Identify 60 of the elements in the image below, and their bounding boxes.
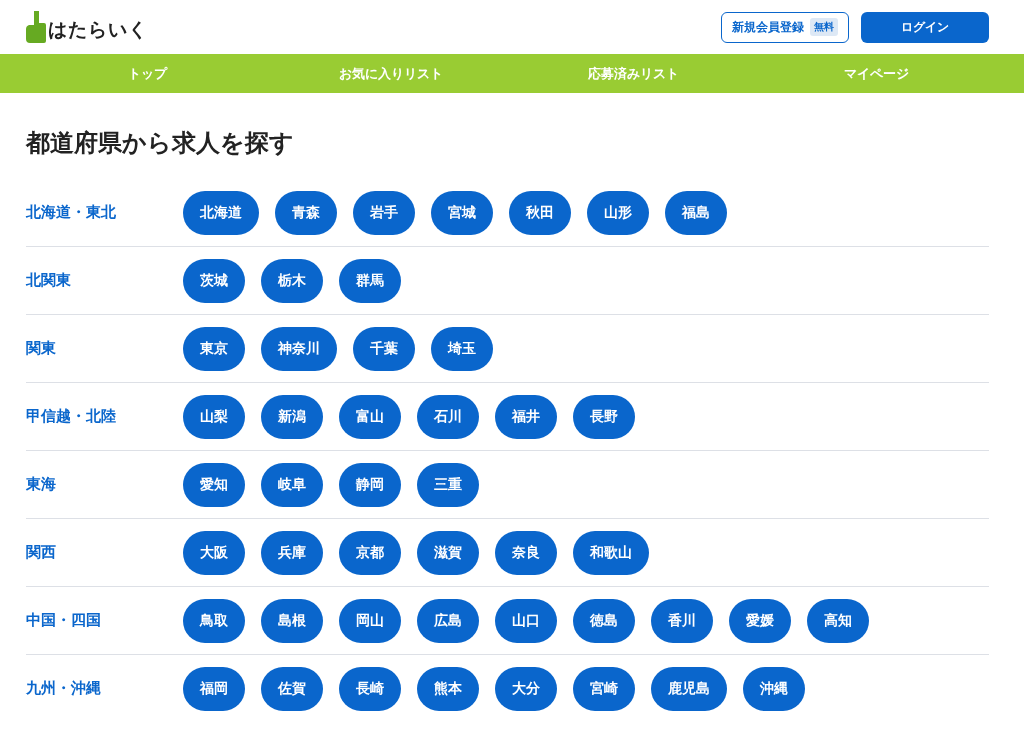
prefecture-button[interactable]: 群馬	[339, 258, 401, 303]
prefecture-button[interactable]: 沖縄	[743, 666, 805, 711]
prefecture-button[interactable]: 兵庫	[261, 530, 323, 575]
prefecture-button[interactable]: 島根	[261, 598, 323, 643]
prefecture-button[interactable]: 青森	[275, 190, 337, 235]
region-label: 中国・四国	[26, 611, 102, 630]
prefecture-button[interactable]: 愛知	[183, 462, 245, 507]
prefecture-button[interactable]: 埼玉	[431, 326, 493, 371]
prefecture-button[interactable]: 宮崎	[573, 666, 635, 711]
prefecture-button[interactable]: 神奈川	[261, 326, 337, 371]
region-label: 東海	[26, 475, 57, 494]
prefecture-button[interactable]: 岡山	[339, 598, 401, 643]
region-label: 北関東	[26, 271, 72, 290]
region-label: 九州・沖縄	[26, 679, 102, 698]
login-button[interactable]: ログイン	[861, 11, 989, 43]
prefecture-button[interactable]: 宮城	[431, 190, 493, 235]
prefecture-button[interactable]: 福島	[665, 190, 727, 235]
region-label: 北海道・東北	[26, 203, 117, 222]
prefecture-button[interactable]: 岐阜	[261, 462, 323, 507]
prefecture-button[interactable]: 静岡	[339, 462, 401, 507]
prefecture-button[interactable]: 奈良	[495, 530, 557, 575]
prefecture-button[interactable]: 千葉	[353, 326, 415, 371]
prefecture-button[interactable]: 山口	[495, 598, 557, 643]
prefecture-button[interactable]: 香川	[651, 598, 713, 643]
prefecture-button[interactable]: 京都	[339, 530, 401, 575]
register-button[interactable]: 新規会員登録 無料	[721, 11, 849, 43]
prefecture-button[interactable]: 新潟	[261, 394, 323, 439]
prefecture-button[interactable]: 茨城	[183, 258, 245, 303]
prefecture-button[interactable]: 福岡	[183, 666, 245, 711]
logo-text[interactable]: はたらいく	[48, 17, 148, 43]
prefecture-button[interactable]: 北海道	[183, 190, 259, 235]
prefecture-button[interactable]: 広島	[417, 598, 479, 643]
prefecture-button[interactable]: 佐賀	[261, 666, 323, 711]
prefecture-button[interactable]: 徳島	[573, 598, 635, 643]
prefecture-button[interactable]: 和歌山	[573, 530, 649, 575]
prefecture-button[interactable]: 三重	[417, 462, 479, 507]
prefecture-button[interactable]: 富山	[339, 394, 401, 439]
prefecture-button[interactable]: 東京	[183, 326, 245, 371]
prefecture-button[interactable]: 鳥取	[183, 598, 245, 643]
prefecture-button[interactable]: 石川	[417, 394, 479, 439]
prefecture-button[interactable]: 岩手	[353, 190, 415, 235]
prefecture-button[interactable]: 栃木	[261, 258, 323, 303]
prefecture-button[interactable]: 高知	[807, 598, 869, 643]
page-title: 都道府県から求人を探す	[26, 128, 295, 159]
prefecture-button[interactable]: 愛媛	[729, 598, 791, 643]
region-label: 関西	[26, 543, 57, 562]
free-badge: 無料	[810, 18, 838, 36]
prefecture-button[interactable]: 山形	[587, 190, 649, 235]
region-label: 甲信越・北陸	[26, 407, 117, 426]
prefecture-button[interactable]: 大阪	[183, 530, 245, 575]
prefecture-button[interactable]: 滋賀	[417, 530, 479, 575]
prefecture-button[interactable]: 長崎	[339, 666, 401, 711]
prefecture-button[interactable]: 福井	[495, 394, 557, 439]
prefecture-button[interactable]: 秋田	[509, 190, 571, 235]
prefecture-button[interactable]: 山梨	[183, 394, 245, 439]
region-label: 関東	[26, 339, 57, 358]
prefecture-button[interactable]: 熊本	[417, 666, 479, 711]
prefecture-button[interactable]: 大分	[495, 666, 557, 711]
prefecture-button[interactable]: 鹿児島	[651, 666, 727, 711]
prefecture-button[interactable]: 長野	[573, 394, 635, 439]
